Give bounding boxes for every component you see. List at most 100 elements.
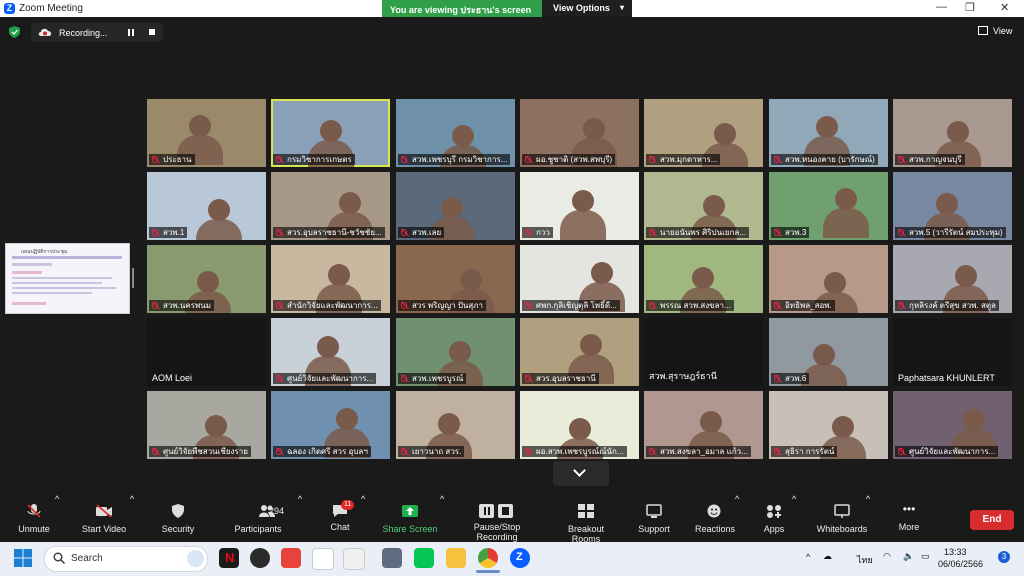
support-button[interactable]: Support	[634, 494, 674, 542]
clock-date[interactable]: 06/06/2566	[938, 559, 983, 569]
anydesk-app-icon[interactable]	[281, 548, 301, 568]
pause-recording-icon[interactable]	[128, 29, 134, 36]
reactions-button[interactable]: Reactions	[692, 494, 738, 542]
participant-tile[interactable]: ศพก.กุลิเชิญตุลิ โพธิ์ดี...	[520, 245, 639, 313]
participants-caret-icon[interactable]: ^	[298, 494, 302, 542]
reactions-caret-icon[interactable]: ^	[735, 494, 739, 542]
end-meeting-button[interactable]: End	[970, 510, 1014, 530]
participant-tile[interactable]: ผอ.สวพ.เพชรบูรณ์ณ์นัก...	[520, 391, 639, 459]
participant-tile[interactable]: กรมวิชาการเกษตร	[271, 99, 390, 167]
participant-tile[interactable]: กวว	[520, 172, 639, 240]
participant-tile[interactable]: สวพ.มุกดาหาร...	[644, 99, 763, 167]
participant-name-label: สำนักวิจัยและพัฒนาการ...	[273, 300, 381, 311]
video-options-caret-icon[interactable]: ^	[130, 494, 134, 542]
chat-caret-icon[interactable]: ^	[361, 494, 365, 542]
reactions-icon	[707, 504, 721, 518]
close-button[interactable]: ✕	[1000, 1, 1009, 14]
participant-tile[interactable]: สำนักวิจัยและพัฒนาการ...	[271, 245, 390, 313]
more-button[interactable]: ••• More	[892, 494, 926, 542]
participant-tile[interactable]: ศูนย์วิจัยและพัฒนาการ...	[893, 391, 1012, 459]
chrome-app-icon[interactable]	[478, 548, 498, 568]
calculator-app-icon[interactable]	[382, 548, 402, 568]
participants-button[interactable]: 294 Participants	[230, 494, 286, 542]
apps-caret-icon[interactable]: ^	[792, 494, 796, 542]
participant-name: Paphatsara KHUNLERT	[898, 373, 995, 383]
share-options-caret-icon[interactable]: ^	[440, 494, 444, 542]
participant-tile[interactable]: สวร พริญญา ปันสุภา	[396, 245, 515, 313]
participant-name-label: ผอ.ชูชาติ (สวพ.สพบุรี)	[522, 154, 616, 165]
participant-tile[interactable]: สวพ.1	[147, 172, 266, 240]
participant-tile[interactable]: อิทธิพล_สอพ.	[769, 245, 888, 313]
start-video-button[interactable]: Start Video	[78, 494, 130, 542]
performance-app-icon[interactable]	[250, 548, 270, 568]
participant-tile[interactable]: สวพ.นครพนม	[147, 245, 266, 313]
participant-tile[interactable]: Paphatsara KHUNLERT	[893, 318, 1012, 386]
share-screen-button[interactable]: Share Screen	[382, 494, 438, 542]
apps-button[interactable]: Apps	[757, 494, 791, 542]
participant-tile[interactable]: สวพ.6	[769, 318, 888, 386]
participant-tile[interactable]: นายอนันพร ศิริปนเยกล...	[644, 172, 763, 240]
participant-tile[interactable]: สวพ.3	[769, 172, 888, 240]
taskbar-search-box[interactable]: Search	[44, 546, 208, 572]
participant-tile[interactable]: สุธิรา การรัตน์	[769, 391, 888, 459]
zoom-app-icon[interactable]: Z	[510, 548, 530, 568]
participant-tile[interactable]: ฉลอง เกิดศรี สวร อุบลฯ	[271, 391, 390, 459]
zoom-logo-icon: Z	[4, 3, 15, 14]
view-button[interactable]: View	[978, 26, 1012, 36]
view-options-button[interactable]: View Options ▾	[542, 0, 632, 17]
participant-tile[interactable]: ศูนย์วิจัยและพัฒนาการ...	[271, 318, 390, 386]
chat-button[interactable]: 11 Chat	[325, 494, 355, 542]
restore-button[interactable]: ❐	[965, 1, 975, 14]
participant-name: สวพ.เพชรบุรี กรมวิชาการ...	[412, 155, 508, 164]
stop-recording-icon[interactable]	[149, 29, 155, 35]
participant-tile[interactable]: ผอ.ชูชาติ (สวพ.สพบุรี)	[520, 99, 639, 167]
participant-tile[interactable]: AOM Loei	[147, 318, 266, 386]
participant-name-label: ศูนย์วิจัยและพัฒนาการ...	[273, 373, 377, 384]
scroll-down-button[interactable]	[553, 461, 609, 486]
file-app-icon[interactable]	[312, 548, 334, 570]
participant-tile[interactable]: สวพ.หนองคาย (บารักษณ์)	[769, 99, 888, 167]
netflix-app-icon[interactable]: N	[219, 548, 239, 568]
panel-resize-handle[interactable]	[132, 268, 134, 288]
participant-tile[interactable]: สวพ.สงขลา_อมาล แก้ว...	[644, 391, 763, 459]
participant-tile[interactable]: สวพ.สุราษฎร์ธานี	[644, 318, 763, 386]
participant-tile[interactable]: กุหลิรงค์ ตรีสุข สวพ. สตูล	[893, 245, 1012, 313]
participant-tile[interactable]: สวพ.เพชรบูรณ์	[396, 318, 515, 386]
participant-tile[interactable]: ประธาน	[147, 99, 266, 167]
participant-tile[interactable]: สวร.อุบลราชธานี	[520, 318, 639, 386]
participant-tile[interactable]: สวพ.5 (วารีรัตน์ สมประพุม)	[893, 172, 1012, 240]
view-label: View	[993, 26, 1013, 36]
unmute-button[interactable]: Unmute	[12, 494, 56, 542]
security-button[interactable]: Security	[158, 494, 198, 542]
audio-options-caret-icon[interactable]: ^	[55, 494, 59, 542]
onedrive-icon[interactable]: ☁	[823, 551, 832, 562]
notepad-app-icon[interactable]	[343, 548, 365, 570]
language-indicator[interactable]: ไทย	[857, 553, 873, 567]
clock-time[interactable]: 13:33	[944, 547, 967, 557]
pause-stop-recording-button[interactable]: Pause/Stop Recording	[452, 494, 542, 542]
line-app-icon[interactable]	[414, 548, 434, 568]
participant-tile[interactable]: ศูนย์วิจัยพืชสวนเชียงราย	[147, 391, 266, 459]
wifi-icon[interactable]: ◠	[883, 551, 891, 562]
search-placeholder: Search	[71, 553, 103, 564]
breakout-rooms-button[interactable]: Breakout Rooms	[553, 494, 619, 544]
windows-start-icon[interactable]	[14, 549, 32, 567]
participant-tile[interactable]: สวพ.เลย	[396, 172, 515, 240]
whiteboards-button[interactable]: Whiteboards	[812, 494, 872, 542]
tray-overflow-icon[interactable]: ^	[806, 552, 810, 562]
file-explorer-icon[interactable]	[446, 548, 466, 568]
participant-tile[interactable]: พรรณ สวพ.สงขลา...	[644, 245, 763, 313]
participant-name: สวพ.นครพนม	[163, 301, 212, 310]
participant-tile[interactable]: เยาวนาถ สวร.	[396, 391, 515, 459]
notification-badge[interactable]: 3	[998, 551, 1010, 563]
participant-tile[interactable]: สวพ.เพชรบุรี กรมวิชาการ...	[396, 99, 515, 167]
chevron-down-icon: ▾	[619, 3, 624, 12]
shield-check-icon[interactable]	[9, 26, 20, 38]
battery-icon[interactable]: ▭	[921, 551, 930, 562]
participant-tile[interactable]: สวร.อุบลราชธานี-ชวัชชัย...	[271, 172, 390, 240]
minimize-button[interactable]: —	[936, 1, 947, 13]
participant-tile[interactable]: สวพ.กาญจนบุรี	[893, 99, 1012, 167]
shared-screen-thumbnail[interactable]: แผนปฏิบัติการประชุม	[5, 243, 130, 314]
volume-icon[interactable]: 🔈	[903, 551, 914, 562]
whiteboards-caret-icon[interactable]: ^	[866, 494, 870, 542]
